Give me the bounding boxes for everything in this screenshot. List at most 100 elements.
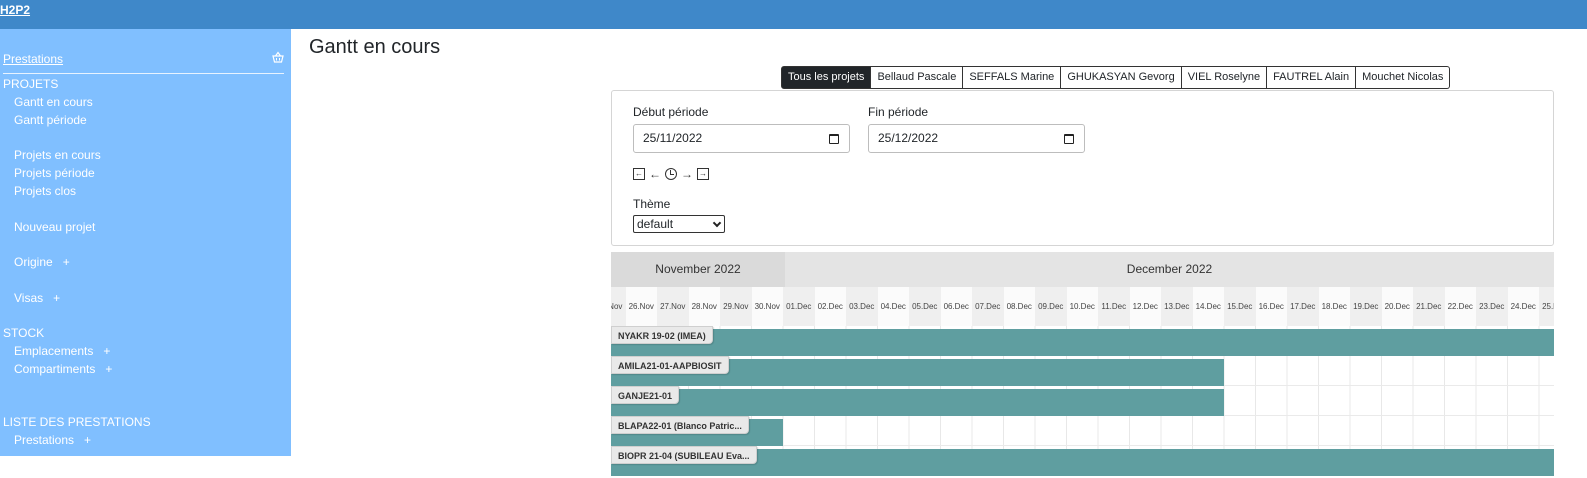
basket-icon[interactable] (272, 51, 284, 63)
gantt-month-header: November 2022 December 2022 (611, 252, 1554, 287)
gantt-day-label: 19.Dec (1353, 302, 1379, 311)
top-bar: H2P2 (0, 0, 1587, 29)
prestations-link[interactable]: Prestations (3, 52, 63, 66)
gantt-day-label: 05.Dec (912, 302, 938, 311)
gantt-day-label: 21.Dec (1416, 302, 1442, 311)
prev-arrow-icon[interactable]: ← (649, 167, 661, 181)
brand-link[interactable]: H2P2 (0, 3, 30, 17)
tab-seffals-marine[interactable]: SEFFALS Marine (963, 66, 1062, 89)
gantt-day-label: 22.Dec (1444, 287, 1476, 326)
end-date-input[interactable]: 25/12/2022 (868, 124, 1085, 153)
tab-all-projects[interactable]: Tous les projets (781, 66, 872, 89)
start-date-input[interactable]: 25/11/2022 (633, 124, 850, 153)
theme-value: default (637, 217, 674, 231)
sidebar-item-projets-clos[interactable]: Projets clos (14, 184, 76, 198)
calendar-icon[interactable] (829, 134, 839, 144)
next-arrow-icon[interactable]: → (681, 167, 693, 181)
gantt-day-label: 20.Dec (1381, 287, 1413, 326)
gantt-day-label: 10.Dec (1066, 287, 1098, 326)
end-date-label: Fin période (868, 105, 929, 119)
theme-select[interactable]: default (633, 215, 725, 233)
tab-bellaud-pascale[interactable]: Bellaud Pascale (871, 66, 964, 89)
gantt-day-label: 17.Dec (1290, 302, 1316, 311)
add-compartiment-button[interactable]: + (105, 362, 112, 376)
gantt-day-label: 26.Nov (625, 287, 657, 326)
sidebar-item-visas[interactable]: Visas + (14, 291, 60, 305)
add-emplacement-button[interactable]: + (103, 344, 110, 358)
start-date-label: Début période (633, 105, 709, 119)
sidebar-item-label: Compartiments (14, 362, 96, 376)
gantt-day-label: 15.Dec (1227, 302, 1253, 311)
project-label[interactable]: BLAPA22-01 (Blanco Patric... (611, 416, 749, 434)
tab-mouchet-nicolas[interactable]: Mouchet Nicolas (1356, 66, 1451, 89)
page-title: Gantt en cours (309, 36, 441, 58)
today-clock-icon[interactable] (665, 168, 677, 180)
sidebar-item-projets-periode[interactable]: Projets période (14, 166, 95, 180)
end-date-value: 25/12/2022 (878, 131, 939, 145)
sidebar-item-label: Visas (14, 291, 44, 305)
gantt-day-label: 13.Dec (1164, 302, 1190, 311)
add-visa-button[interactable]: + (53, 291, 60, 305)
sidebar-item-projets-en-cours[interactable]: Projets en cours (14, 148, 101, 162)
gantt-day-label: 30.Nov (751, 287, 783, 326)
gantt-day-label: 09.Dec (1038, 302, 1064, 311)
gantt-day-label: 02.Dec (814, 287, 846, 326)
add-prestation-button[interactable]: + (84, 433, 91, 447)
gantt-row: AMILA21-01-AAPBIOSIT (611, 356, 1554, 386)
gantt-row: GANJE21-01 (611, 386, 1554, 416)
gantt-day-label: 29.Nov (723, 302, 749, 311)
chevron-down-icon (712, 218, 722, 228)
tab-fautrel-alain[interactable]: FAUTREL Alain (1267, 66, 1357, 89)
project-label[interactable]: GANJE21-01 (611, 386, 680, 404)
sidebar-item-gantt-periode[interactable]: Gantt période (14, 113, 87, 127)
sidebar-item-gantt-en-cours[interactable]: Gantt en cours (14, 95, 93, 109)
month-november: November 2022 (611, 252, 785, 287)
gantt-day-label: 06.Dec (940, 287, 972, 326)
sidebar-item-origine[interactable]: Origine + (14, 255, 70, 269)
gantt-day-header: 25.Nov26.Nov27.Nov28.Nov29.Nov30.Nov01.D… (611, 287, 1554, 326)
section-projets: PROJETS (3, 77, 59, 91)
gantt-bar[interactable] (611, 329, 1554, 356)
first-icon[interactable]: ← (633, 168, 645, 180)
tab-viel-roselyne[interactable]: VIEL Roselyne (1181, 66, 1268, 89)
gantt-day-label: 12.Dec (1129, 287, 1161, 326)
section-stock: STOCK (3, 326, 45, 340)
sidebar-header: Prestations (3, 51, 284, 74)
start-date-value: 25/11/2022 (643, 131, 703, 145)
gantt-day-label: 18.Dec (1318, 287, 1350, 326)
sidebar-item-label: Prestations (14, 433, 75, 447)
gantt-day-label: 04.Dec (877, 287, 909, 326)
gantt-row: BLAPA22-01 (Blanco Patric... (611, 416, 1554, 446)
gantt-day-label: 25.Nov (611, 302, 623, 311)
sidebar-item-prestations[interactable]: Prestations + (14, 433, 91, 447)
period-navigation: ← ← → → (633, 167, 709, 181)
month-december: December 2022 (1126, 262, 1213, 276)
gantt-day-label: 14.Dec (1192, 287, 1224, 326)
sidebar-item-nouveau-projet[interactable]: Nouveau projet (14, 220, 95, 234)
filter-panel: Début période 25/11/2022 Fin période 25/… (611, 90, 1554, 246)
gantt-row: NYAKR 19-02 (IMEA) (611, 326, 1554, 356)
gantt-day-label: 08.Dec (1003, 287, 1035, 326)
tab-ghukasyan-gevorg[interactable]: GHUKASYAN Gevorg (1061, 66, 1182, 89)
gantt-day-label: 16.Dec (1255, 287, 1287, 326)
gantt-row: BIOPR 21-04 (SUBILEAU Eva... (611, 446, 1554, 476)
last-icon[interactable]: → (697, 168, 709, 180)
gantt-day-label: 23.Dec (1479, 302, 1505, 311)
section-liste-prestations: LISTE DES PRESTATIONS (3, 415, 151, 429)
sidebar-item-compartiments[interactable]: Compartiments + (14, 362, 112, 376)
gantt-bar[interactable] (611, 389, 1224, 416)
calendar-icon[interactable] (1064, 134, 1074, 144)
gantt-day-label: 28.Nov (688, 287, 720, 326)
sidebar-item-emplacements[interactable]: Emplacements + (14, 344, 110, 358)
gantt-day-label: 24.Dec (1507, 287, 1539, 326)
add-origine-button[interactable]: + (63, 255, 70, 269)
project-label[interactable]: NYAKR 19-02 (IMEA) (611, 326, 713, 344)
sidebar-item-label: Origine (14, 255, 53, 269)
owner-tabs: Tous les projets Bellaud Pascale SEFFALS… (781, 66, 1451, 89)
project-label[interactable]: AMILA21-01-AAPBIOSIT (611, 356, 729, 374)
gantt-day-label: 25.Dec (1542, 302, 1554, 311)
gantt-day-label: 07.Dec (975, 302, 1001, 311)
gantt-day-label: 03.Dec (849, 302, 875, 311)
project-label[interactable]: BIOPR 21-04 (SUBILEAU Eva... (611, 446, 757, 464)
gantt-day-label: 01.Dec (786, 302, 812, 311)
